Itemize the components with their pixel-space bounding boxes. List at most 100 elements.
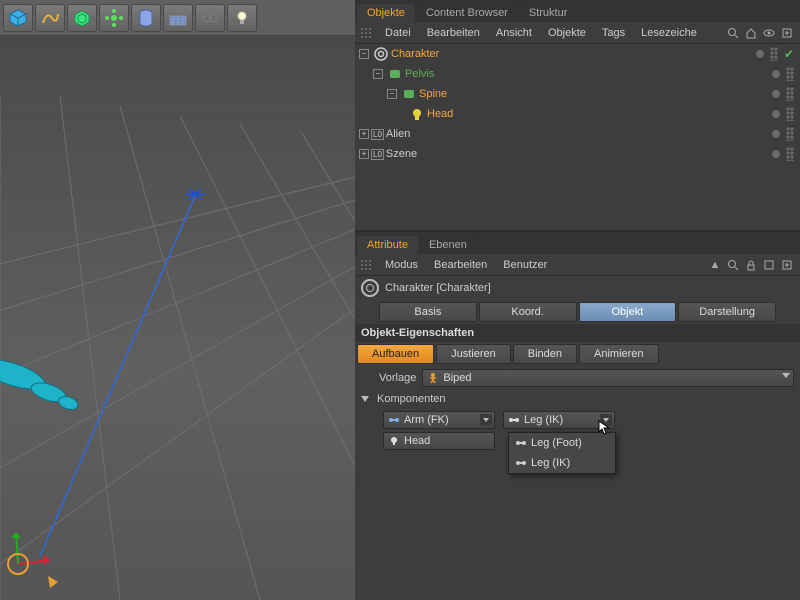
- biped-icon: [427, 372, 439, 384]
- tool-environment[interactable]: [163, 4, 193, 32]
- attr-tab-row-2: Aufbauen Justieren Binden Animieren: [355, 342, 800, 366]
- bone-icon: [388, 415, 400, 425]
- render-dots-icon[interactable]: [786, 107, 794, 121]
- render-dots-icon[interactable]: [786, 147, 794, 161]
- tab-ebenen[interactable]: Ebenen: [419, 236, 477, 254]
- object-manager-tabs: Objekte Content Browser Struktur: [355, 0, 800, 22]
- collapse-icon[interactable]: −: [359, 49, 369, 59]
- tree-label[interactable]: Pelvis: [405, 68, 434, 80]
- vorlage-value: Biped: [443, 372, 471, 384]
- visibility-dot[interactable]: [772, 70, 780, 78]
- nav-up-icon[interactable]: ▲: [708, 258, 722, 272]
- expand-icon[interactable]: [780, 26, 794, 40]
- chip-leg-ik[interactable]: Leg (IK): [503, 411, 615, 429]
- attribute-tabs: Attribute Ebenen: [355, 232, 800, 254]
- tab-animieren[interactable]: Animieren: [579, 344, 659, 364]
- chevron-down-icon[interactable]: [480, 414, 492, 426]
- tree-label[interactable]: Szene: [386, 148, 417, 160]
- component-icon: [387, 66, 403, 82]
- tree-label[interactable]: Spine: [419, 88, 447, 100]
- tab-struktur[interactable]: Struktur: [519, 4, 578, 22]
- lock-icon[interactable]: [744, 258, 758, 272]
- komponenten-row[interactable]: Komponenten: [355, 390, 800, 408]
- tab-basis[interactable]: Basis: [379, 302, 477, 322]
- menu-bearbeiten[interactable]: Bearbeiten: [419, 24, 488, 42]
- menu-benutzer[interactable]: Benutzer: [495, 256, 555, 274]
- leg-dropdown-popup[interactable]: Leg (Foot) Leg (IK): [508, 432, 616, 474]
- attribute-menubar: Modus Bearbeiten Benutzer ▲: [355, 254, 800, 276]
- tab-binden[interactable]: Binden: [513, 344, 577, 364]
- tab-attribute[interactable]: Attribute: [357, 236, 418, 254]
- head-icon: [388, 436, 400, 446]
- tab-aufbauen[interactable]: Aufbauen: [357, 344, 434, 364]
- tab-koord[interactable]: Koord.: [479, 302, 577, 322]
- vorlage-label: Vorlage: [379, 372, 416, 384]
- tab-objekt[interactable]: Objekt: [579, 302, 677, 322]
- render-dots-icon[interactable]: [786, 127, 794, 141]
- popup-item-leg-foot[interactable]: Leg (Foot): [509, 433, 615, 453]
- tree-row-pelvis[interactable]: − Pelvis: [355, 64, 800, 84]
- tree-row-alien[interactable]: + L0 Alien: [355, 124, 800, 144]
- new-icon[interactable]: [762, 258, 776, 272]
- head-icon: [409, 106, 425, 122]
- chip-head[interactable]: Head: [383, 432, 495, 450]
- visibility-dot[interactable]: [772, 150, 780, 158]
- tool-nurbs[interactable]: [67, 4, 97, 32]
- menu-objekte[interactable]: Objekte: [540, 24, 594, 42]
- search-icon[interactable]: [726, 258, 740, 272]
- visibility-dot[interactable]: [772, 90, 780, 98]
- menu-bearbeiten[interactable]: Bearbeiten: [426, 256, 495, 274]
- chevron-down-icon[interactable]: [600, 414, 612, 426]
- vorlage-dropdown[interactable]: Biped: [422, 369, 794, 387]
- visibility-dot[interactable]: [756, 50, 764, 58]
- component-icon: [401, 86, 417, 102]
- expand-icon[interactable]: [780, 258, 794, 272]
- tab-objekte[interactable]: Objekte: [357, 4, 415, 22]
- tree-row-spine[interactable]: − Spine: [355, 84, 800, 104]
- tool-light[interactable]: [227, 4, 257, 32]
- tree-label[interactable]: Alien: [386, 128, 410, 140]
- tab-content-browser[interactable]: Content Browser: [416, 4, 518, 22]
- grip-icon[interactable]: [359, 258, 373, 272]
- tree-label[interactable]: Charakter: [391, 48, 439, 60]
- tool-deformer[interactable]: [131, 4, 161, 32]
- attr-tab-row-1: Basis Koord. Objekt Darstellung: [355, 300, 800, 324]
- layer-zero-icon: L0: [371, 149, 384, 160]
- menu-modus[interactable]: Modus: [377, 256, 426, 274]
- tool-camera[interactable]: [195, 4, 225, 32]
- render-dots-icon[interactable]: [770, 47, 778, 61]
- menu-tags[interactable]: Tags: [594, 24, 633, 42]
- popup-item-label: Leg (Foot): [531, 437, 582, 449]
- popup-item-leg-ik[interactable]: Leg (IK): [509, 453, 615, 473]
- collapse-icon[interactable]: −: [373, 69, 383, 79]
- hierarchy-tree[interactable]: − Charakter ✔ − Pelvis − Spine Head +: [355, 44, 800, 230]
- viewport-3d[interactable]: [0, 36, 355, 600]
- enabled-check-icon[interactable]: ✔: [784, 47, 794, 61]
- expand-icon[interactable]: +: [359, 149, 369, 159]
- grip-icon[interactable]: [359, 26, 373, 40]
- tree-row-head[interactable]: Head: [355, 104, 800, 124]
- tab-justieren[interactable]: Justieren: [436, 344, 511, 364]
- menu-lesezeichen[interactable]: Lesezeiche: [633, 24, 705, 42]
- tool-cube[interactable]: [3, 4, 33, 32]
- tab-darstellung[interactable]: Darstellung: [678, 302, 776, 322]
- menu-datei[interactable]: Datei: [377, 24, 419, 42]
- tree-row-charakter[interactable]: − Charakter ✔: [355, 44, 800, 64]
- search-icon[interactable]: [726, 26, 740, 40]
- home-icon[interactable]: [744, 26, 758, 40]
- attribute-title-row: Charakter [Charakter]: [355, 276, 800, 300]
- expand-icon[interactable]: +: [359, 129, 369, 139]
- menu-ansicht[interactable]: Ansicht: [488, 24, 540, 42]
- visibility-dot[interactable]: [772, 110, 780, 118]
- render-dots-icon[interactable]: [786, 87, 794, 101]
- chip-label: Arm (FK): [404, 414, 449, 426]
- tree-row-szene[interactable]: + L0 Szene: [355, 144, 800, 164]
- render-dots-icon[interactable]: [786, 67, 794, 81]
- visibility-dot[interactable]: [772, 130, 780, 138]
- chip-arm-fk[interactable]: Arm (FK): [383, 411, 495, 429]
- tree-label[interactable]: Head: [427, 108, 453, 120]
- collapse-icon[interactable]: −: [387, 89, 397, 99]
- tool-spline[interactable]: [35, 4, 65, 32]
- tool-generator[interactable]: [99, 4, 129, 32]
- eye-icon[interactable]: [762, 26, 776, 40]
